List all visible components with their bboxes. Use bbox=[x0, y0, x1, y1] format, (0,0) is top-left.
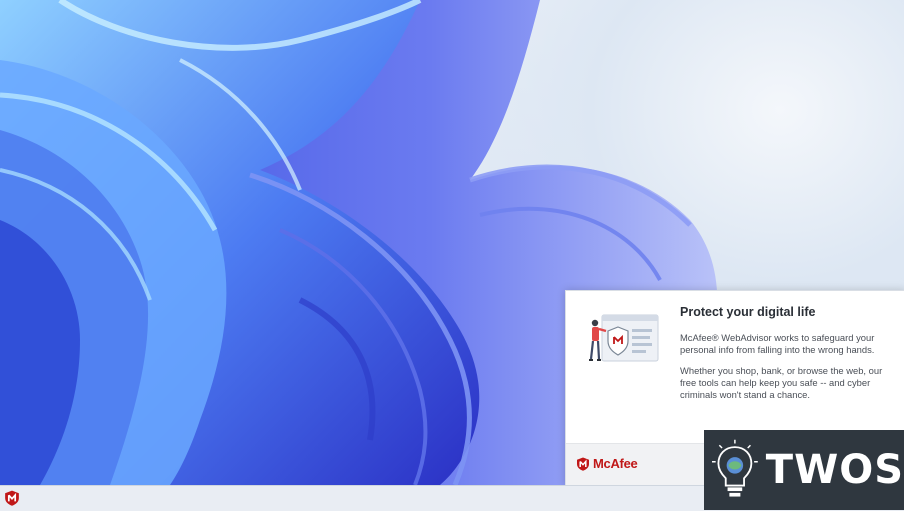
mcafee-logo: McAfee bbox=[576, 456, 638, 471]
desktop: Protect your digital life McAfee® WebAdv… bbox=[0, 0, 904, 485]
popup-paragraph-1: McAfee® WebAdvisor works to safeguard yo… bbox=[680, 332, 875, 355]
brand-name: McAfee bbox=[593, 456, 638, 471]
watermark-text: TWOS bbox=[765, 447, 904, 493]
mcafee-shield-icon bbox=[577, 457, 589, 471]
popup-body: McAfee® WebAdvisor works to safeguard yo… bbox=[680, 332, 885, 410]
lightbulb-icon bbox=[712, 439, 758, 497]
mcafee-shield-icon bbox=[5, 490, 19, 506]
popup-title: Protect your digital life bbox=[680, 305, 816, 319]
twos-watermark: TWOS bbox=[704, 430, 904, 510]
person-with-shield-illustration bbox=[589, 314, 659, 362]
popup-paragraph-2: Whether you shop, bank, or browse the we… bbox=[680, 365, 883, 400]
mcafee-taskbar-icon[interactable] bbox=[3, 489, 21, 507]
